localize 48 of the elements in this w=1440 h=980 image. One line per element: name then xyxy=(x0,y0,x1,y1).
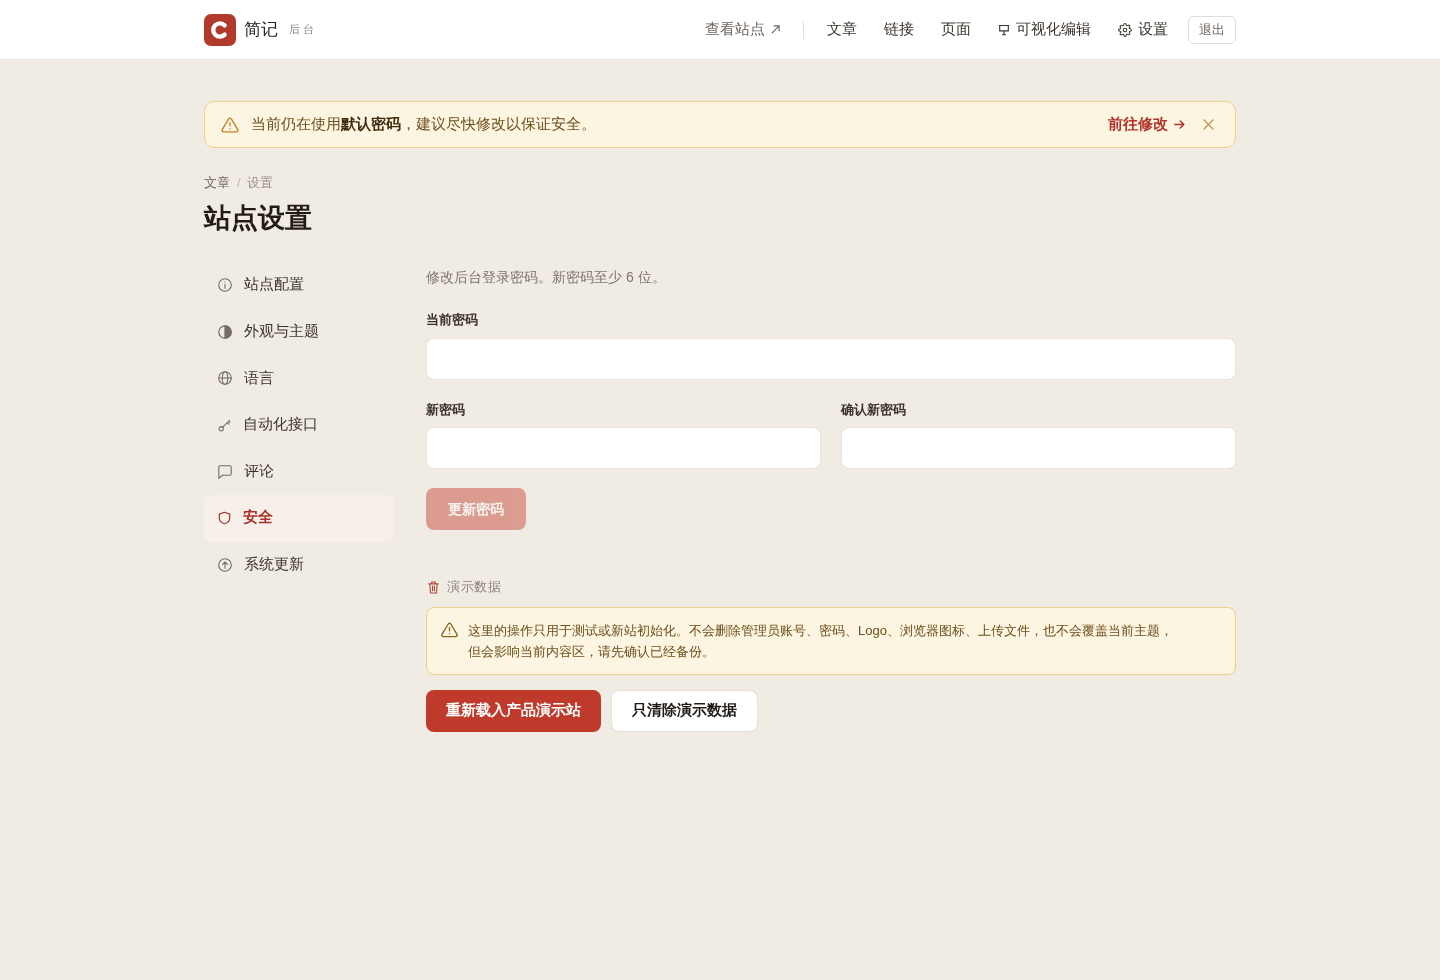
contrast-icon xyxy=(218,324,232,339)
nav-link[interactable]: 设置 xyxy=(1118,18,1168,41)
trash-icon xyxy=(428,580,439,594)
breadcrumb-separator: / xyxy=(237,174,241,192)
sidebar-item[interactable]: 语言 xyxy=(204,355,394,402)
field-label: 新密码 xyxy=(426,400,466,419)
sidebar-item[interactable]: 评论 xyxy=(204,448,394,495)
password-field[interactable] xyxy=(426,427,821,469)
sidebar-item[interactable]: 安全 xyxy=(204,494,394,542)
close-icon[interactable] xyxy=(1203,119,1214,130)
key-icon xyxy=(218,418,231,432)
nav-link[interactable]: 文章 xyxy=(827,18,857,41)
section-title: 演示数据 xyxy=(447,578,501,596)
password-field[interactable] xyxy=(426,337,1236,380)
breadcrumb-link[interactable]: 文章 xyxy=(204,173,230,193)
nav-link[interactable]: 链接 xyxy=(884,18,914,41)
field-label: 确认新密码 xyxy=(841,400,907,419)
warning-icon xyxy=(441,622,458,638)
reload-demo-button[interactable]: 重新载入产品演示站 xyxy=(426,690,601,732)
arrow-right-icon xyxy=(1174,120,1185,129)
page-title: 站点设置 xyxy=(204,202,313,235)
clear-demo-button[interactable]: 只清除演示数据 xyxy=(611,690,758,732)
sidebar-item[interactable]: 站点配置 xyxy=(204,262,394,309)
shield-icon xyxy=(218,511,231,526)
warning-message: 这里的操作只用于测试或新站初始化。不会删除管理员账号、密码、Logo、浏览器图标、上传文件，也不会覆盖当前主题，但会影响当前内容区，请先确认已经备份。 xyxy=(468,622,1174,661)
nav-link[interactable]: 查看站点 xyxy=(705,18,780,41)
globe-icon xyxy=(218,371,232,386)
change-password-link[interactable]: 前往修改 xyxy=(1108,113,1185,136)
warning-icon xyxy=(221,116,239,133)
brand-name: 简记 xyxy=(244,18,278,41)
upload-circle-icon xyxy=(218,557,232,572)
arrow-up-right-icon xyxy=(771,25,780,34)
info-icon xyxy=(218,278,232,293)
speech-bubble-icon xyxy=(218,464,232,479)
logo-icon xyxy=(204,13,236,46)
password-field[interactable] xyxy=(841,427,1236,469)
nav-link[interactable]: 可视化编辑 xyxy=(998,18,1091,41)
logout-button[interactable]: 退出 xyxy=(1188,15,1236,44)
nav-link[interactable]: 页面 xyxy=(941,18,971,41)
form-description: 修改后台登录密码。新密码至少 6 位。 xyxy=(426,268,667,287)
sidebar-item[interactable]: 外观与主题 xyxy=(204,308,394,356)
sidebar-item[interactable]: 系统更新 xyxy=(204,541,394,589)
sidebar-item[interactable]: 自动化接口 xyxy=(204,401,394,449)
settings-icon xyxy=(1118,22,1132,37)
presentation-board-icon xyxy=(998,23,1010,36)
brand-subtitle: 后台 xyxy=(289,22,317,38)
warning-message: 当前仍在使用默认密码，建议尽快修改以保证安全。 xyxy=(251,114,596,134)
field-label: 当前密码 xyxy=(426,311,479,329)
